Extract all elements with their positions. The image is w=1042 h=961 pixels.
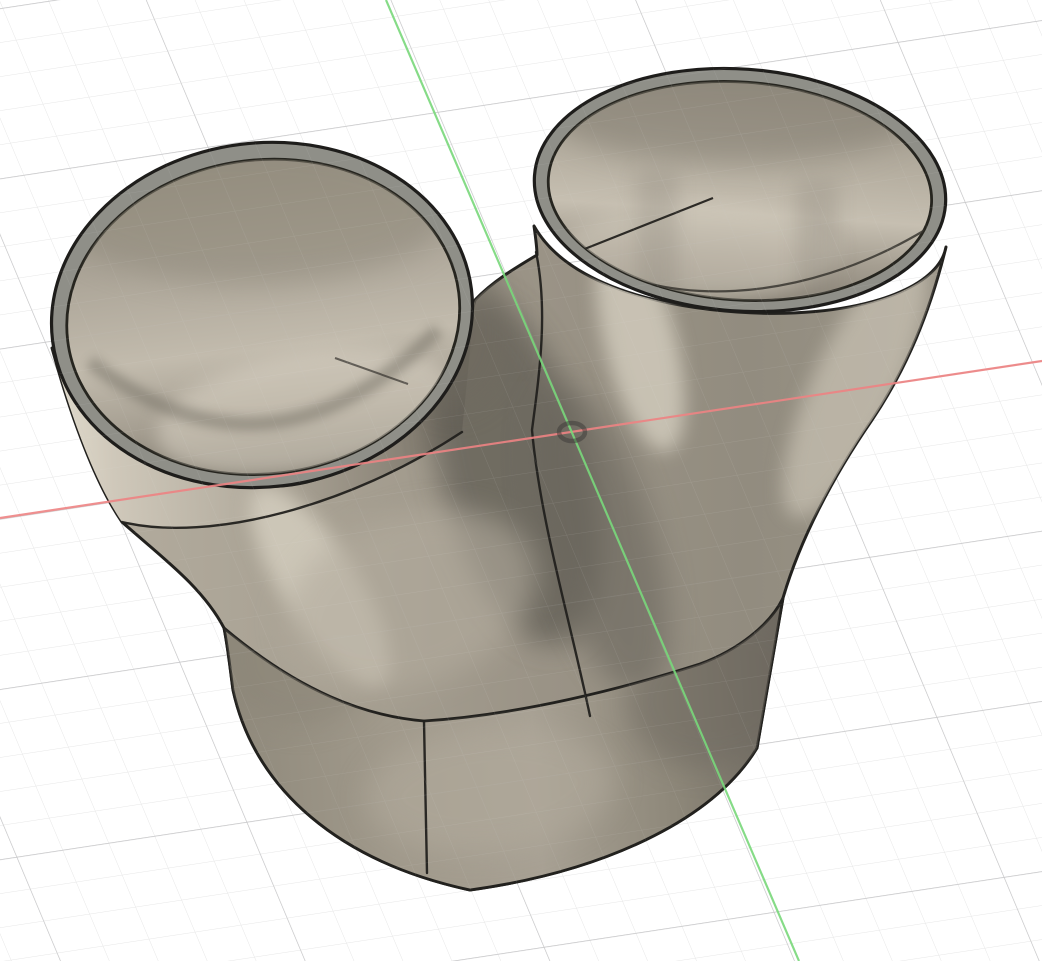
- cad-viewport[interactable]: [0, 0, 1042, 961]
- scene-canvas: [0, 0, 1042, 961]
